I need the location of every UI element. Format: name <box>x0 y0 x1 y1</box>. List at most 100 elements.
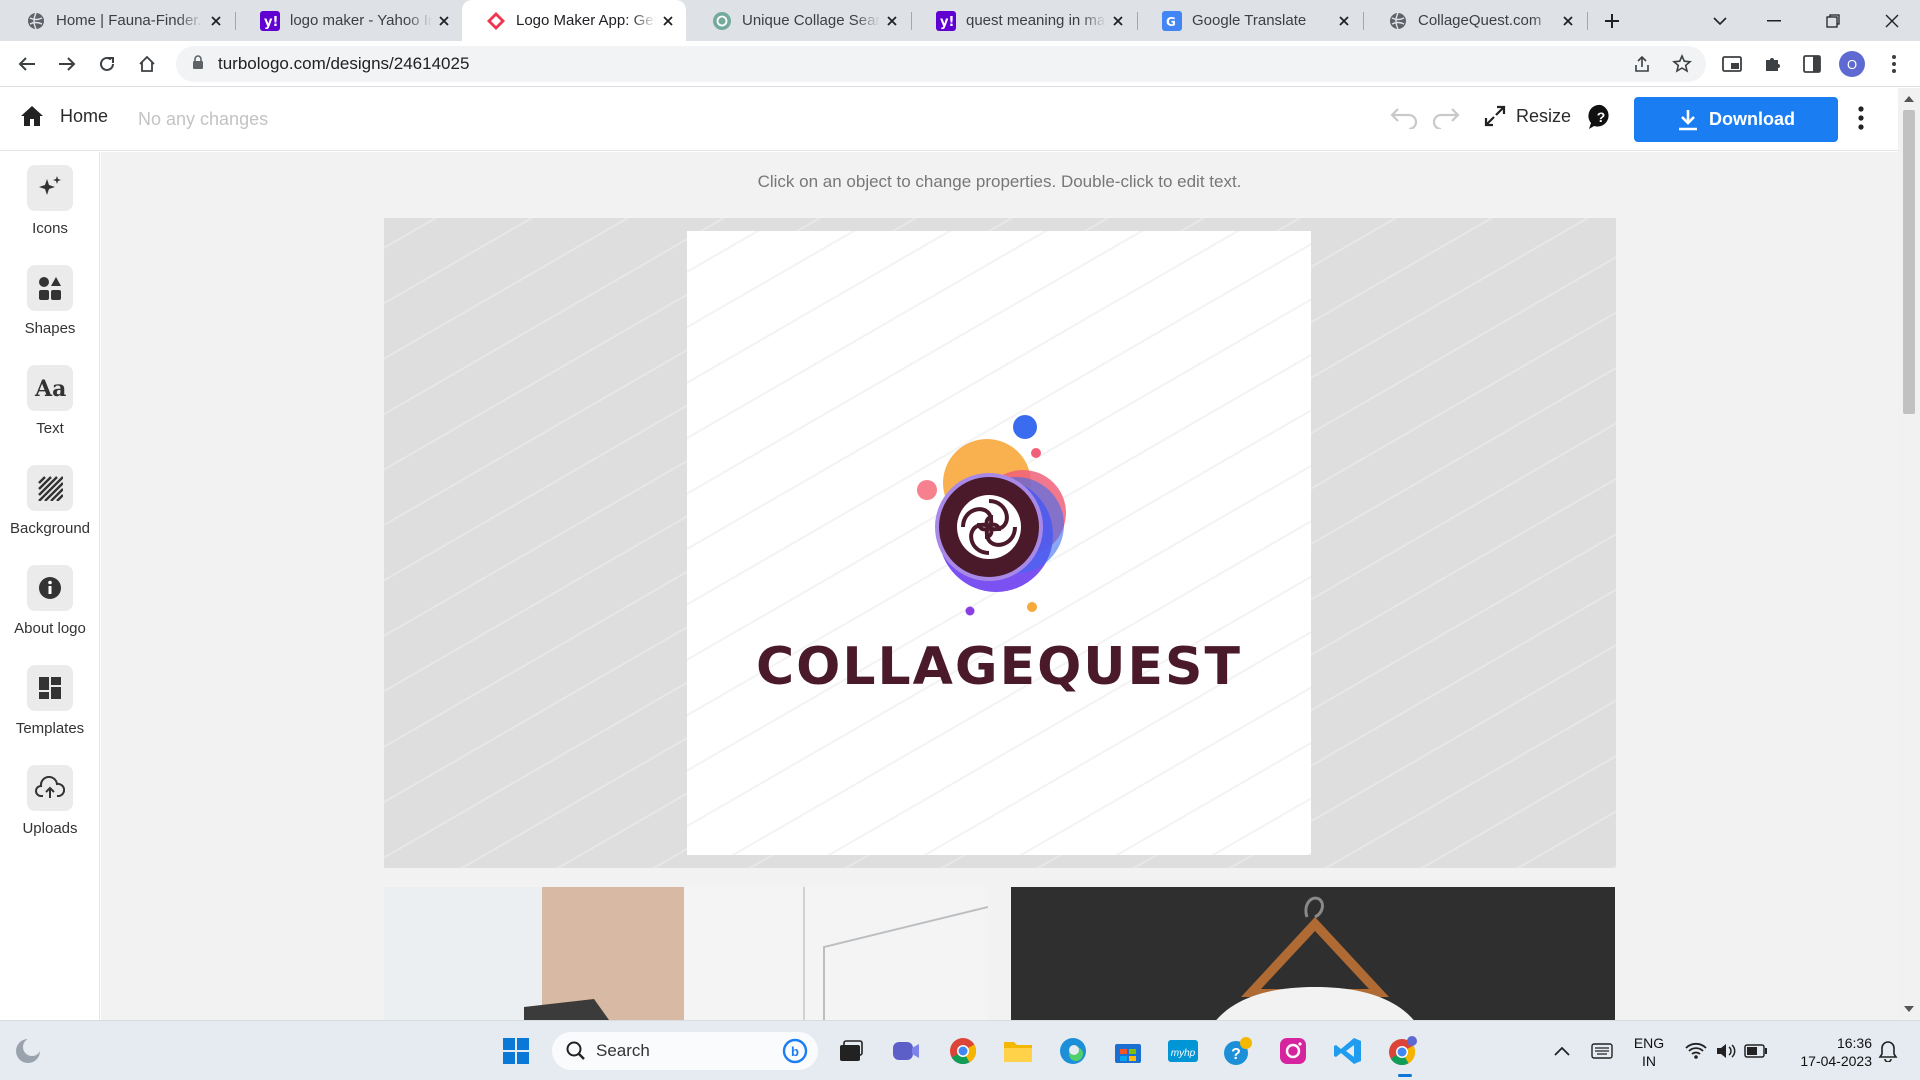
sidebar-item-shapes[interactable]: Shapes <box>0 265 100 345</box>
svg-text:y!: y! <box>264 15 278 30</box>
chrome-icon[interactable] <box>947 1035 979 1067</box>
sidebar-item-templates[interactable]: Templates <box>0 665 100 745</box>
url-field[interactable]: turbologo.com/designs/24614025 <box>176 46 1706 82</box>
mockup-preview-shirt[interactable] <box>1011 887 1615 1020</box>
background-icon <box>27 465 73 511</box>
extensions-puzzle-icon[interactable] <box>1756 48 1788 80</box>
mockup-preview-wall[interactable] <box>384 887 988 1020</box>
profile-avatar[interactable]: O <box>1836 48 1868 80</box>
home-icon[interactable] <box>131 48 163 80</box>
page-scrollbar[interactable] <box>1898 88 1920 1020</box>
sidebar-item-background[interactable]: Background <box>0 465 100 545</box>
close-tab-icon[interactable] <box>880 9 904 33</box>
sidebar-item-label: Icons <box>32 220 68 237</box>
logo-artboard[interactable]: COLLAGEQUEST <box>687 231 1311 855</box>
svg-text:?: ? <box>1597 109 1606 125</box>
resize-icon <box>1484 105 1506 127</box>
scrollbar-thumb[interactable] <box>1903 110 1915 414</box>
chrome-profile-icon[interactable] <box>1387 1035 1419 1067</box>
more-options-icon[interactable] <box>1858 106 1864 135</box>
browser-tab[interactable]: Home | Fauna-Finder. <box>2 0 234 41</box>
side-panel-icon[interactable] <box>1796 48 1828 80</box>
browser-tab[interactable]: Unique Collage Search <box>688 0 910 41</box>
back-arrow-icon[interactable] <box>11 48 43 80</box>
reload-icon[interactable] <box>91 48 123 80</box>
new-tab-button[interactable] <box>1584 0 1640 41</box>
svg-text:G: G <box>1166 15 1176 29</box>
keyboard-icon[interactable] <box>1586 1035 1618 1067</box>
browser-tab[interactable]: y! logo maker - Yahoo In <box>236 0 462 41</box>
sidebar-item-text[interactable]: Aa Text <box>0 365 100 445</box>
notification-bell-icon[interactable] <box>1872 1035 1904 1067</box>
bookmark-star-icon[interactable] <box>1666 48 1698 80</box>
browser-tab[interactable]: G Google Translate <box>1138 0 1362 41</box>
templates-icon <box>27 665 73 711</box>
instagram-icon[interactable] <box>1277 1035 1309 1067</box>
clock[interactable]: 16:36 17-04-2023 <box>1782 1034 1872 1070</box>
yahoo-icon: y! <box>936 10 956 31</box>
volume-icon[interactable] <box>1710 1035 1742 1067</box>
sidebar-item-label: About logo <box>14 620 86 637</box>
bing-icon[interactable]: b <box>782 1038 808 1064</box>
close-tab-icon[interactable] <box>656 9 680 33</box>
close-tab-icon[interactable] <box>1332 9 1356 33</box>
get-help-icon[interactable]: ? <box>1222 1035 1254 1067</box>
canvas-area[interactable]: COLLAGEQUEST <box>384 218 1616 868</box>
weather-widget-icon[interactable] <box>12 1035 44 1067</box>
teams-meet-icon[interactable] <box>890 1035 922 1067</box>
svg-text:?: ? <box>1231 1046 1241 1063</box>
close-tab-icon[interactable] <box>204 9 228 33</box>
minimize-window-button[interactable] <box>1746 0 1802 41</box>
editor-workspace: Click on an object to change properties.… <box>101 152 1898 1020</box>
myhp-icon[interactable]: myhp <box>1167 1035 1199 1067</box>
lock-icon[interactable] <box>192 54 204 74</box>
help-icon[interactable]: ? <box>1588 104 1614 135</box>
tab-search-chevron-icon[interactable] <box>1692 0 1748 41</box>
undo-icon[interactable] <box>1390 105 1418 134</box>
restore-window-button[interactable] <box>1805 0 1861 41</box>
task-view-icon[interactable] <box>835 1035 867 1067</box>
download-button[interactable]: Download <box>1634 97 1838 142</box>
share-icon[interactable] <box>1626 48 1658 80</box>
close-tab-icon[interactable] <box>1106 9 1130 33</box>
scroll-down-arrow-icon[interactable] <box>1904 1006 1914 1012</box>
vscode-icon[interactable] <box>1332 1035 1364 1067</box>
editor-sidebar: Icons Shapes Aa Text Background About lo… <box>0 152 100 1020</box>
home-button[interactable]: Home <box>20 105 108 127</box>
taskbar-search-field[interactable]: Search b <box>552 1032 818 1070</box>
file-explorer-icon[interactable] <box>1002 1035 1034 1067</box>
turbologo-icon <box>486 11 506 31</box>
forward-arrow-icon[interactable] <box>51 48 83 80</box>
sidebar-item-about-logo[interactable]: About logo <box>0 565 100 645</box>
logo-emblem[interactable] <box>913 411 1085 627</box>
microsoft-store-icon[interactable] <box>1112 1035 1144 1067</box>
browser-tab-active[interactable]: Logo Maker App: Get <box>462 0 686 41</box>
browser-address-bar: turbologo.com/designs/24614025 O <box>0 41 1920 87</box>
show-hidden-icons-chevron-icon[interactable] <box>1546 1035 1578 1067</box>
redo-icon[interactable] <box>1432 105 1460 134</box>
browser-tab[interactable]: CollageQuest.com <box>1364 0 1586 41</box>
browser-tab[interactable]: y! quest meaning in mar <box>912 0 1136 41</box>
upload-icon <box>27 765 73 811</box>
tab-title: Unique Collage Search <box>742 12 880 29</box>
windows-start-icon[interactable] <box>500 1035 532 1067</box>
sidebar-item-uploads[interactable]: Uploads <box>0 765 100 845</box>
edge-icon[interactable] <box>1057 1035 1089 1067</box>
browser-tab-strip: Home | Fauna-Finder. y! logo maker - Yah… <box>0 0 1920 41</box>
close-window-button[interactable] <box>1864 0 1920 41</box>
svg-text:b: b <box>791 1044 799 1059</box>
language-indicator[interactable]: ENG IN <box>1626 1034 1672 1070</box>
battery-icon[interactable] <box>1740 1035 1772 1067</box>
svg-text:y!: y! <box>940 15 954 30</box>
close-tab-icon[interactable] <box>1556 9 1580 33</box>
region-code: IN <box>1642 1053 1656 1069</box>
resize-button[interactable]: Resize <box>1484 105 1571 127</box>
close-tab-icon[interactable] <box>432 9 456 33</box>
scroll-up-arrow-icon[interactable] <box>1904 96 1914 102</box>
browser-menu-icon[interactable] <box>1878 48 1910 80</box>
logo-brand-text[interactable]: COLLAGEQUEST <box>687 637 1311 697</box>
svg-text:O: O <box>1847 57 1857 72</box>
wifi-icon[interactable] <box>1680 1035 1712 1067</box>
picture-in-picture-icon[interactable] <box>1716 48 1748 80</box>
sidebar-item-icons[interactable]: Icons <box>0 165 100 245</box>
